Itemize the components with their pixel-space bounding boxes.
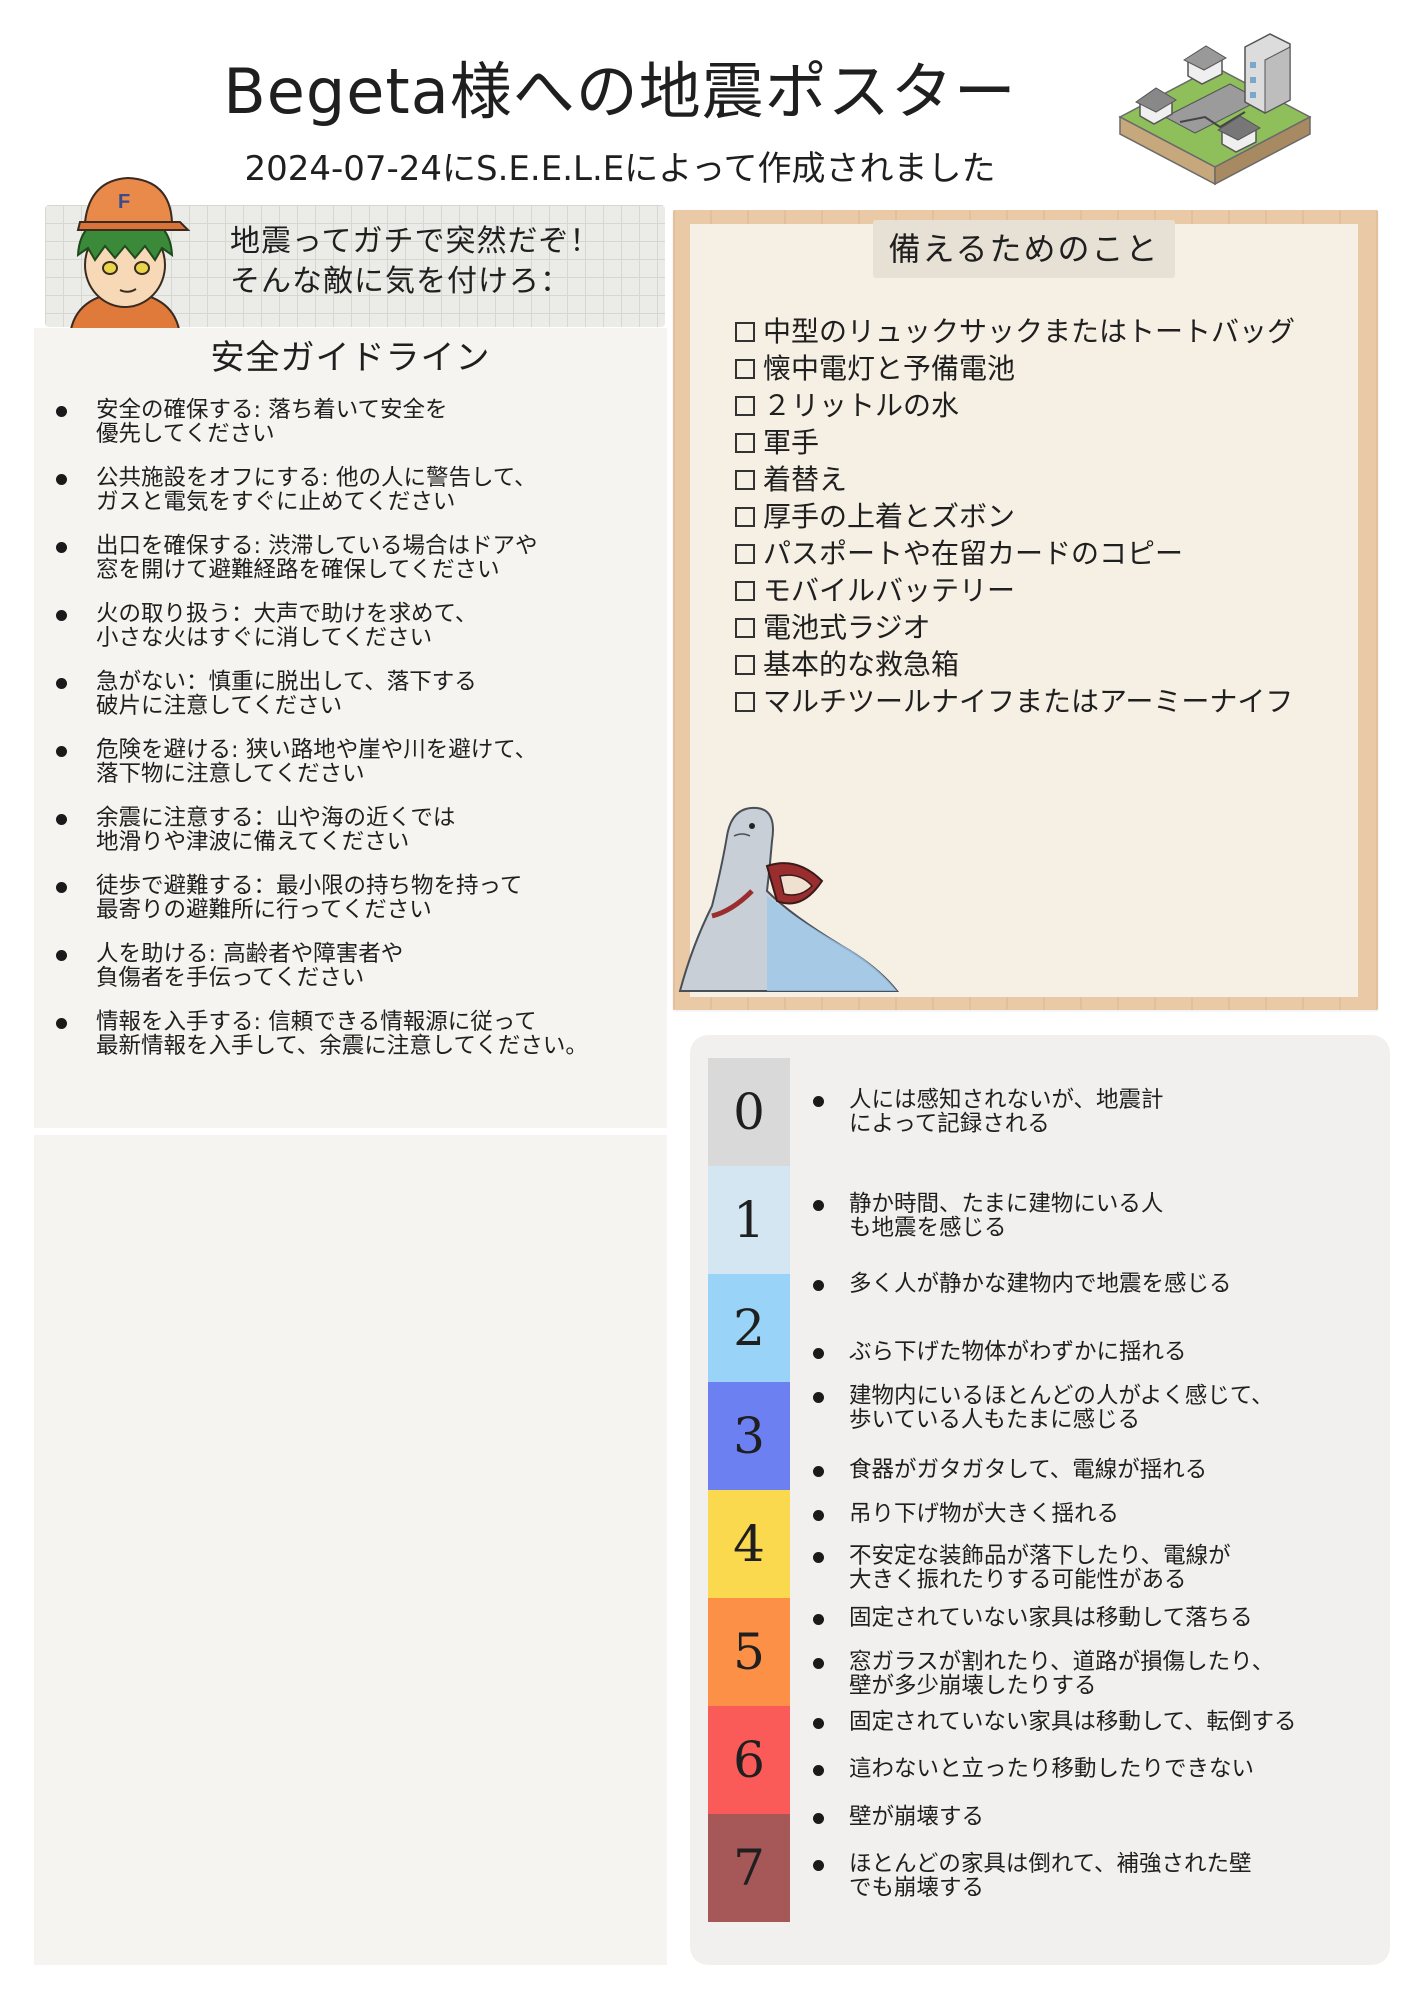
intensity-description: 固定されていない家具は移動して、転倒する xyxy=(813,1710,1373,1734)
checklist-item: 厚手の上着とズボン xyxy=(735,498,1355,535)
intensity-level-0: 0 xyxy=(708,1058,790,1166)
bullet-icon xyxy=(813,1765,824,1776)
intensity-description: 多く人が静かな建物内で地震を感じる xyxy=(813,1272,1373,1296)
checkbox-icon xyxy=(735,433,755,453)
speech-line-1: 地震ってガチで突然だぞ！ xyxy=(230,224,601,259)
intensity-level-3: 3 xyxy=(708,1382,790,1490)
guideline-item: 余震に注意する：山や海の近くでは 地滑りや津波に備えてください xyxy=(52,806,652,874)
isometric-town-icon xyxy=(1118,33,1312,186)
bullet-icon xyxy=(813,1718,824,1729)
checklist-item: モバイルバッテリー xyxy=(735,572,1355,609)
intensity-description: 不安定な装飾品が落下したり、電線が 大きく振れたりする可能性がある xyxy=(813,1544,1373,1592)
bullet-icon xyxy=(56,814,67,825)
intensity-description: 食器がガタガタして、電線が揺れる xyxy=(813,1458,1373,1482)
checkbox-icon xyxy=(735,322,755,342)
checklist-item: 懐中電灯と予備電池 xyxy=(735,350,1355,387)
checkbox-icon xyxy=(735,618,755,638)
bullet-icon xyxy=(56,406,67,417)
checkbox-icon xyxy=(735,396,755,416)
bullet-icon xyxy=(56,610,67,621)
intensity-level-5: 5 xyxy=(708,1598,790,1706)
intensity-description: 建物内にいるほとんどの人がよく感じて、 歩いている人もたまに感じる xyxy=(813,1384,1373,1432)
guideline-item: 徒歩で避難する：最小限の持ち物を持って 最寄りの避難所に行ってください xyxy=(52,874,652,942)
guideline-item: 安全の確保する: 落ち着いて安全を 優先してください xyxy=(52,398,652,466)
svg-text:F: F xyxy=(118,191,130,213)
bullet-icon xyxy=(813,1096,824,1107)
checkbox-icon xyxy=(735,544,755,564)
checklist-item: 基本的な救急箱 xyxy=(735,646,1355,683)
guideline-item: 危険を避ける: 狭い路地や崖や川を避けて、 落下物に注意してください xyxy=(52,738,652,806)
checklist-item: 軍手 xyxy=(735,424,1355,461)
checklist-item: 電池式ラジオ xyxy=(735,609,1355,646)
bullet-icon xyxy=(813,1466,824,1477)
checklist-item: パスポートや在留カードのコピー xyxy=(735,535,1355,572)
preparation-checklist: 中型のリュックサックまたはトートバッグ 懐中電灯と予備電池 ２リットルの水 軍手… xyxy=(735,313,1355,720)
bullet-icon xyxy=(56,474,67,485)
checkbox-icon xyxy=(735,470,755,490)
checkbox-icon xyxy=(735,507,755,527)
boy-avatar-icon: F xyxy=(68,176,191,335)
poster-subtitle: 2024-07-24にS.E.E.L.Eによって作成されました xyxy=(244,149,996,189)
checkbox-icon xyxy=(735,359,755,379)
intensity-description: 静か時間、たまに建物にいる人 も地震を感じる xyxy=(813,1192,1373,1240)
bullet-icon xyxy=(56,746,67,757)
preparation-title: 備えるためのこと xyxy=(888,230,1160,268)
intensity-description: 這わないと立ったり移動したりできない xyxy=(813,1757,1373,1781)
checkbox-icon xyxy=(735,655,755,675)
bullet-icon xyxy=(813,1614,824,1625)
checklist-item: 着替え xyxy=(735,461,1355,498)
bullet-icon xyxy=(56,950,67,961)
speech-text: 地震ってガチで突然だぞ！ そんな敵に気を付けろ： xyxy=(230,222,650,302)
bullet-icon xyxy=(813,1200,824,1211)
intensity-description: 吊り下げ物が大きく揺れる xyxy=(813,1502,1373,1526)
intensity-description: 壁が崩壊する xyxy=(813,1805,1373,1829)
checkbox-icon xyxy=(735,581,755,601)
intensity-level-7: 7 xyxy=(708,1814,790,1922)
bullet-icon xyxy=(813,1280,824,1291)
bullet-icon xyxy=(56,678,67,689)
speech-line-2: そんな敵に気を付けろ： xyxy=(230,264,571,299)
checklist-item: マルチツールナイフまたはアーミーナイフ xyxy=(735,683,1355,720)
guideline-item: 急がない：慎重に脱出して、落下する 破片に注意してください xyxy=(52,670,652,738)
guideline-item: 火の取り扱う：大声で助けを求めて、 小さな火はすぐに消してください xyxy=(52,602,652,670)
bullet-icon xyxy=(56,542,67,553)
guideline-item: 出口を確保する: 渋滞している場合はドアや 窓を開けて避難経路を確保してください xyxy=(52,534,652,602)
intensity-description: 窓ガラスが割れたり、道路が損傷したり、 壁が多少崩壊したりする xyxy=(813,1650,1373,1698)
intensity-level-6: 6 xyxy=(708,1706,790,1814)
bullet-icon xyxy=(813,1348,824,1359)
guideline-item: 情報を入手する: 信頼できる情報源に従って 最新情報を入手して、余震に注意してく… xyxy=(52,1010,652,1078)
bullet-icon xyxy=(813,1658,824,1669)
bullet-icon xyxy=(813,1510,824,1521)
bullet-icon xyxy=(813,1392,824,1403)
checklist-item: ２リットルの水 xyxy=(735,387,1355,424)
guideline-item: 公共施設をオフにする: 他の人に警告して、 ガスと電気をすぐに止めてください xyxy=(52,466,652,534)
blank-panel xyxy=(34,1135,667,1965)
bullet-icon xyxy=(813,1813,824,1824)
intensity-description: ほとんどの家具は倒れて、補強された壁 でも崩壊する xyxy=(813,1852,1373,1900)
intensity-description: 人には感知されないが、地震計 によって記録される xyxy=(813,1088,1373,1136)
intensity-level-2: 2 xyxy=(708,1274,790,1382)
bullet-icon xyxy=(813,1860,824,1871)
intensity-level-4: 4 xyxy=(708,1490,790,1598)
intensity-level-1: 1 xyxy=(708,1166,790,1274)
bullet-icon xyxy=(56,1018,67,1029)
bullet-icon xyxy=(813,1552,824,1563)
seal-with-bag-icon xyxy=(678,806,900,992)
intensity-description: ぶら下げた物体がわずかに揺れる xyxy=(813,1340,1373,1364)
guideline-title: 安全ガイドライン xyxy=(210,338,491,378)
checkbox-icon xyxy=(735,692,755,712)
intensity-description: 固定されていない家具は移動して落ちる xyxy=(813,1606,1373,1630)
checklist-item: 中型のリュックサックまたはトートバッグ xyxy=(735,313,1355,350)
bullet-icon xyxy=(56,882,67,893)
guideline-item: 人を助ける: 高齢者や障害者や 負傷者を手伝ってください xyxy=(52,942,652,1010)
poster-title: Begeta様への地震ポスター xyxy=(223,55,1017,128)
guideline-list: 安全の確保する: 落ち着いて安全を 優先してください 公共施設をオフにする: 他… xyxy=(52,398,652,1078)
